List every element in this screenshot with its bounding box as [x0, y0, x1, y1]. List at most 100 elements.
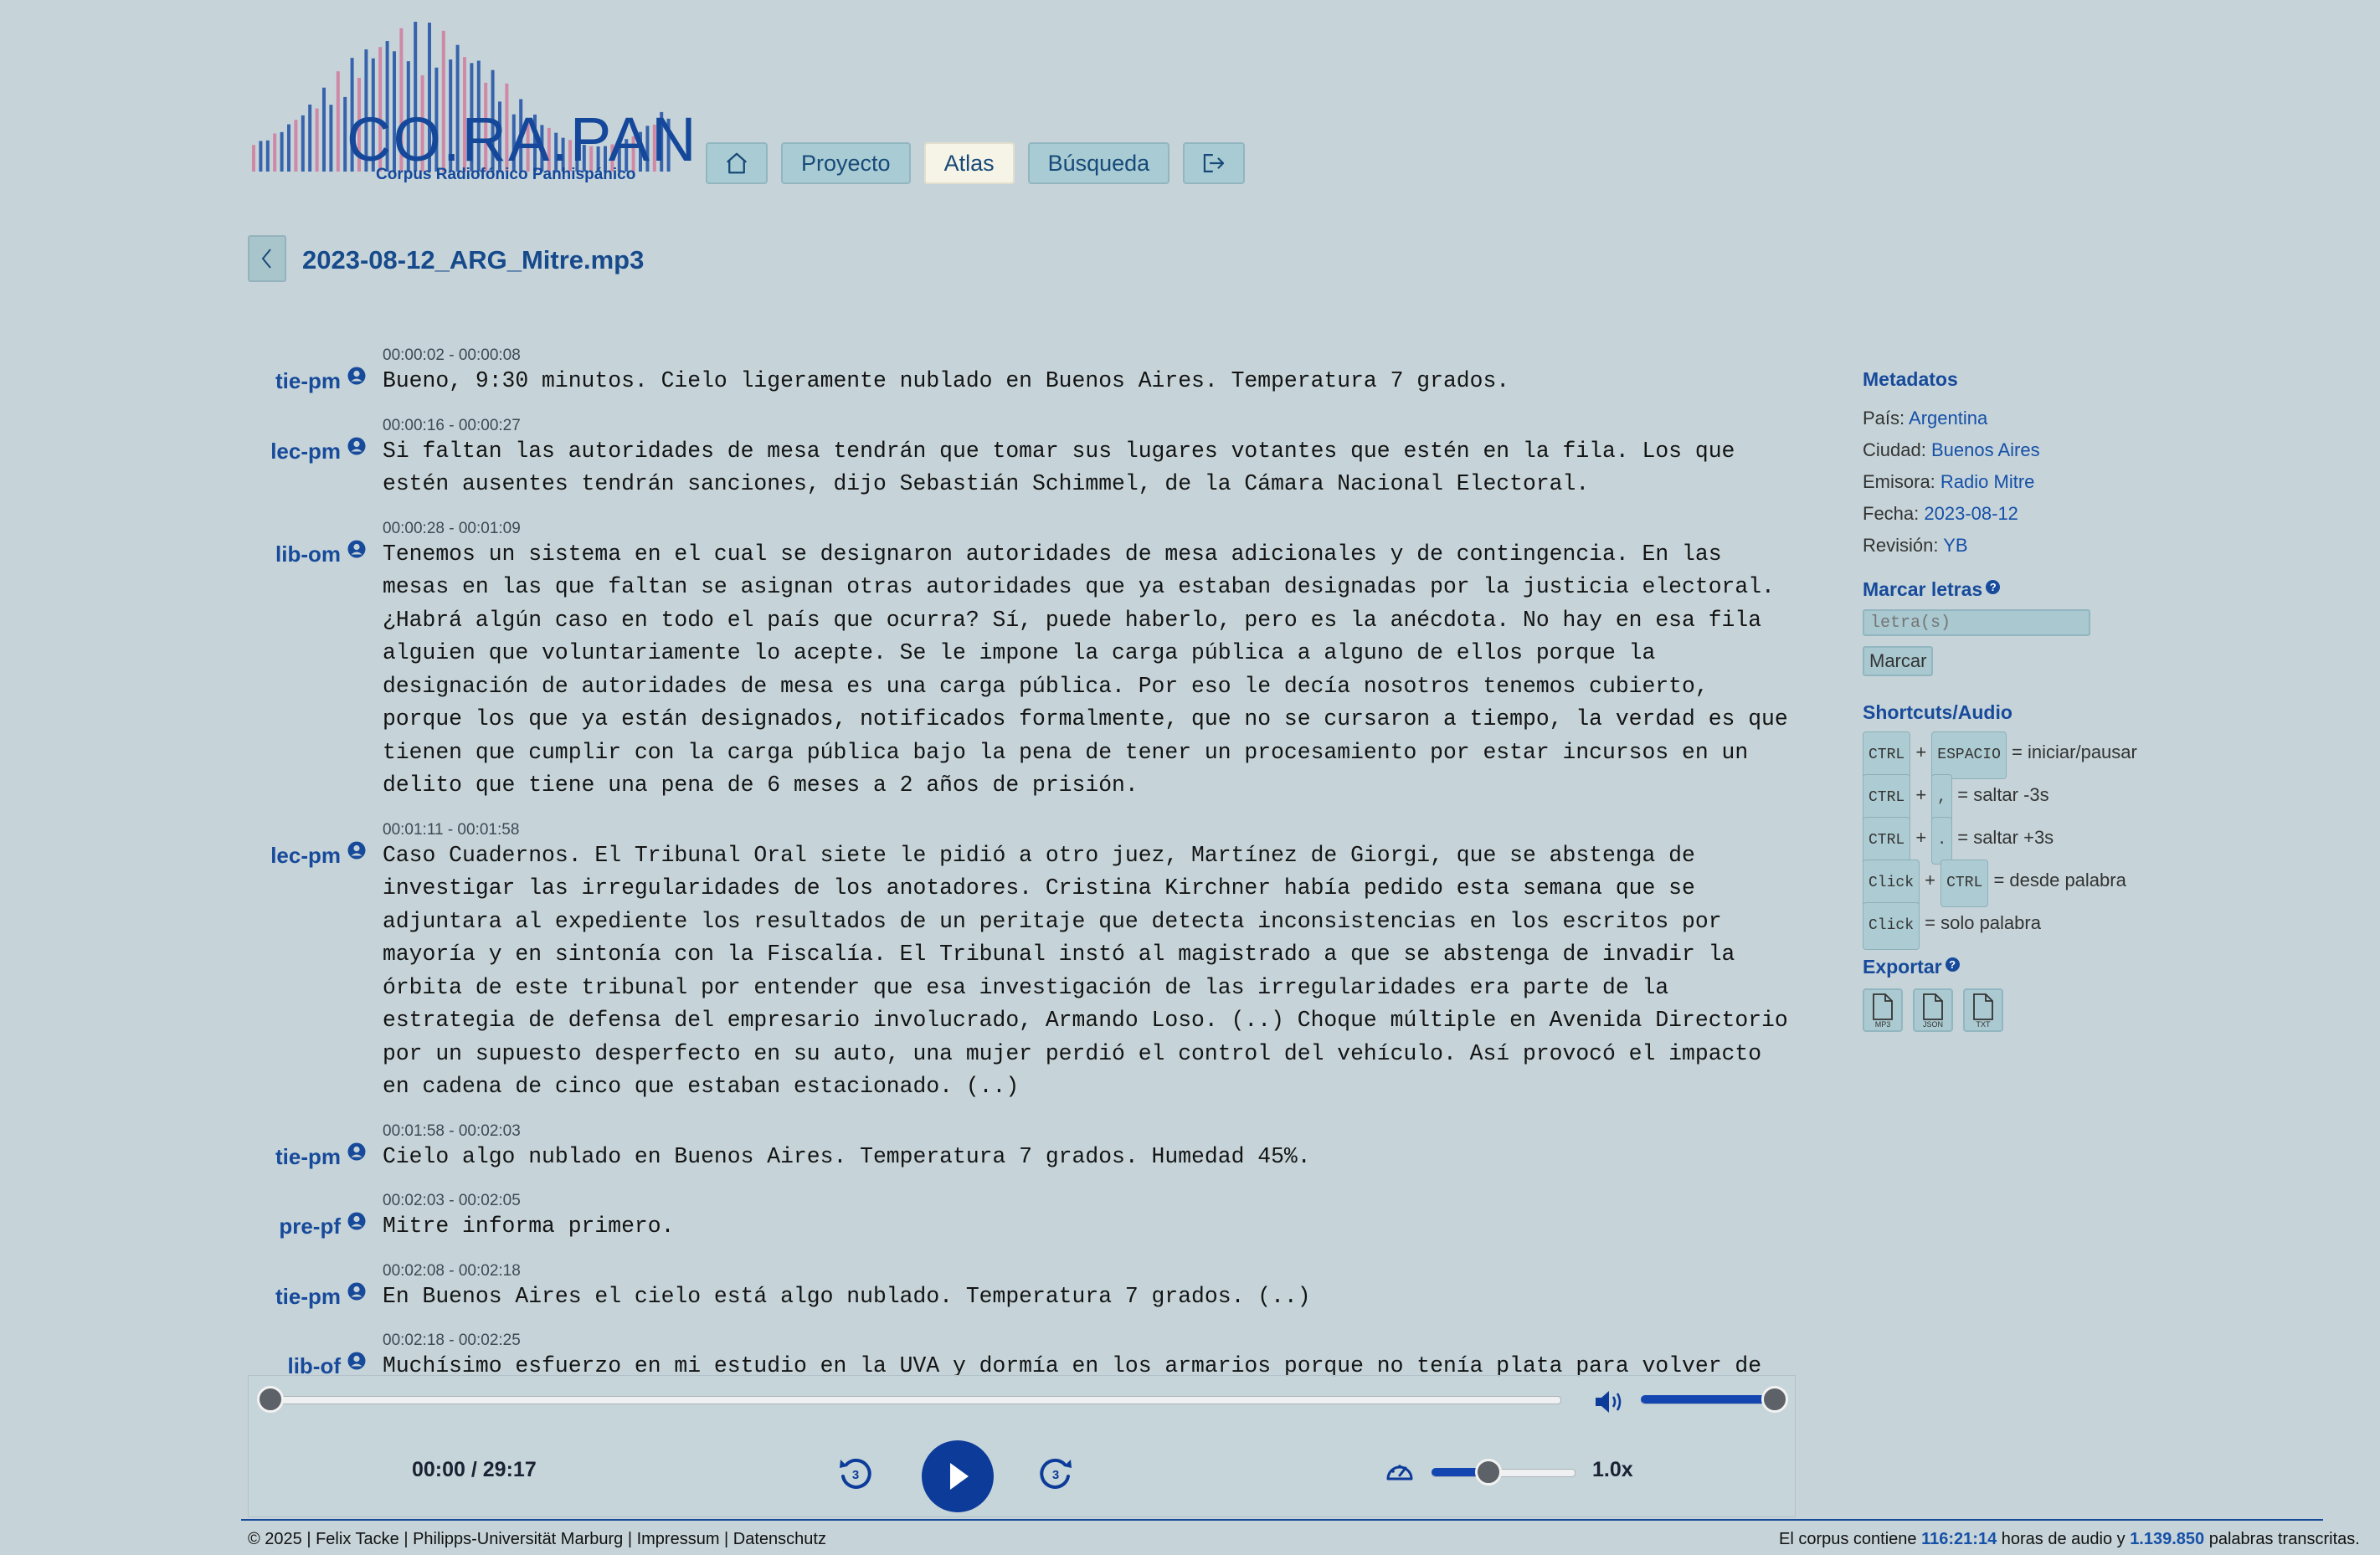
- nav-atlas[interactable]: Atlas: [923, 142, 1015, 184]
- shortcut-item: Click = solo palabra: [1863, 901, 2264, 950]
- rewind-button[interactable]: 3: [836, 1453, 875, 1491]
- sidebar: Metadatos País: Argentina Ciudad: Buenos …: [1863, 368, 2264, 1037]
- home-icon: [727, 152, 747, 174]
- segment-text[interactable]: Bueno, 9:30 minutos. Cielo ligeramente n…: [383, 365, 1789, 398]
- segment-row: tie-pm Bueno, 9:30 minutos. Cielo ligeram…: [243, 365, 1791, 398]
- user-circle-icon: [347, 1212, 366, 1230]
- help-icon[interactable]: ?: [1986, 580, 2001, 594]
- transcript-segment: 00:00:28 - 00:01:09 lib-om Tenemos un sist…: [243, 520, 1791, 803]
- stats-words: 1.139.850: [2130, 1530, 2205, 1548]
- segment-text[interactable]: Cielo algo nublado en Buenos Aires. Temp…: [383, 1141, 1789, 1174]
- home-button[interactable]: [706, 142, 768, 184]
- export-format-label: MP3: [1874, 1020, 1891, 1029]
- mark-letters-input[interactable]: [1863, 609, 2090, 636]
- logo-title: CO.RA.PAN: [347, 105, 698, 174]
- volume-icon[interactable]: [1593, 1388, 1627, 1416]
- svg-text:3: 3: [1052, 1468, 1059, 1482]
- shortcut-desc: = desde palabra: [1993, 870, 2126, 890]
- stats-hours: 116:21:14: [1921, 1530, 1997, 1548]
- metadata-label: Ciudad:: [1863, 439, 1931, 460]
- speaker-code: tie-pm: [275, 368, 341, 393]
- footer-credits: © 2025 | Felix Tacke | Philipps-Universi…: [248, 1530, 826, 1548]
- shortcuts-title: Shortcuts/Audio: [1863, 701, 2012, 723]
- segment-time[interactable]: 00:02:18 - 00:02:25: [383, 1332, 1791, 1350]
- shortcut-desc: = solo palabra: [1925, 912, 2041, 933]
- key-cap: CTRL: [1863, 774, 1911, 822]
- metadata-value[interactable]: Argentina: [1909, 408, 1987, 429]
- progress-handle[interactable]: [257, 1386, 284, 1413]
- user-circle-icon: [347, 1352, 366, 1370]
- rewind-3-icon: 3: [840, 1458, 871, 1489]
- progress-track[interactable]: [270, 1396, 1561, 1404]
- metadata-label: Revisión:: [1863, 535, 1944, 556]
- metadata-label: Fecha:: [1863, 503, 1925, 524]
- play-icon: [950, 1463, 969, 1490]
- metadata-value[interactable]: Buenos Aires: [1931, 439, 2040, 460]
- segment-row: lec-pm Caso Cuadernos. El Tribunal Oral s…: [243, 839, 1791, 1104]
- help-icon[interactable]: ?: [1945, 957, 1960, 972]
- export-mp3-button[interactable]: MP3: [1863, 988, 1903, 1032]
- file-title: 2023-08-12_ARG_Mitre.mp3: [302, 245, 645, 275]
- volume-handle[interactable]: [1761, 1386, 1788, 1413]
- metadata-item: Ciudad: Buenos Aires: [1863, 434, 2264, 466]
- segment-time[interactable]: 00:02:08 - 00:02:18: [383, 1262, 1791, 1280]
- nav-busqueda[interactable]: Búsqueda: [1027, 142, 1170, 184]
- back-button[interactable]: [248, 235, 286, 282]
- logout-button[interactable]: [1183, 142, 1246, 184]
- audio-player: 00:00 / 29:17 3 3 1.0x: [248, 1375, 1796, 1517]
- speaker-label[interactable]: lec-pm: [243, 435, 383, 501]
- export-label: Exportar: [1863, 956, 1942, 978]
- segment-text[interactable]: Tenemos un sistema en el cual se designa…: [383, 538, 1789, 803]
- nav-proyecto[interactable]: Proyecto: [781, 142, 911, 184]
- mark-letters-label: Marcar letras: [1863, 578, 1983, 600]
- file-icon: [1873, 993, 1893, 1020]
- speaker-label[interactable]: lec-pm: [243, 839, 383, 1104]
- forward-button[interactable]: 3: [1036, 1453, 1075, 1491]
- segment-text[interactable]: Caso Cuadernos. El Tribunal Oral siete l…: [383, 839, 1789, 1104]
- speaker-code: lib-om: [275, 541, 341, 567]
- shortcut-item: Click + CTRL = desde palabra: [1863, 859, 2264, 907]
- segment-time[interactable]: 00:01:11 - 00:01:58: [383, 821, 1791, 839]
- footer-divider: [241, 1519, 2323, 1521]
- user-circle-icon: [347, 367, 366, 385]
- speaker-label[interactable]: tie-pm: [243, 1280, 383, 1314]
- shortcut-item: CTRL + . = saltar +3s: [1863, 816, 2264, 865]
- metadata-value[interactable]: Radio Mitre: [1940, 471, 2034, 492]
- segment-row: lec-pm Si faltan las autoridades de mesa …: [243, 435, 1791, 501]
- transcript-segment: 00:02:08 - 00:02:18 tie-pm En Buenos Aires…: [243, 1262, 1791, 1314]
- user-circle-icon: [347, 540, 366, 557]
- speaker-code: tie-pm: [275, 1283, 341, 1309]
- speaker-label[interactable]: pre-pf: [243, 1210, 383, 1244]
- transcript-segment: 00:00:02 - 00:00:08 tie-pm Bueno, 9:30 min…: [243, 346, 1791, 398]
- speaker-label[interactable]: tie-pm: [243, 1141, 383, 1174]
- segment-text[interactable]: Si faltan las autoridades de mesa tendrá…: [383, 435, 1789, 501]
- speed-handle[interactable]: [1475, 1459, 1502, 1486]
- export-txt-button[interactable]: TXT: [1963, 988, 2003, 1032]
- segment-time[interactable]: 00:02:03 - 00:02:05: [383, 1192, 1791, 1210]
- speaker-label[interactable]: tie-pm: [243, 365, 383, 398]
- segment-text[interactable]: Mitre informa primero.: [383, 1210, 1789, 1244]
- segment-time[interactable]: 00:00:02 - 00:00:08: [383, 346, 1791, 365]
- segment-time[interactable]: 00:00:28 - 00:01:09: [383, 520, 1791, 538]
- segment-row: tie-pm En Buenos Aires el cielo está algo…: [243, 1280, 1791, 1314]
- segment-row: pre-pf Mitre informa primero.: [243, 1210, 1791, 1244]
- speaker-code: tie-pm: [275, 1143, 341, 1169]
- shortcut-desc: = saltar -3s: [1957, 784, 2049, 805]
- segment-text[interactable]: En Buenos Aires el cielo está algo nubla…: [383, 1280, 1789, 1314]
- export-json-button[interactable]: JSON: [1913, 988, 1953, 1032]
- shortcut-list: CTRL + ESPACIO = iniciar/pausar CTRL + , …: [1863, 731, 2264, 950]
- playback-rate: 1.0x: [1592, 1458, 1633, 1481]
- shortcut-item: CTRL + , = saltar -3s: [1863, 773, 2264, 822]
- speed-gauge-icon: [1386, 1465, 1413, 1481]
- main-nav: Proyecto Atlas Búsqueda: [706, 142, 1246, 184]
- play-button[interactable]: [922, 1440, 994, 1512]
- speaker-label[interactable]: lib-om: [243, 538, 383, 803]
- metadata-value[interactable]: 2023-08-12: [1924, 503, 2018, 524]
- metadata-value[interactable]: YB: [1943, 535, 1967, 556]
- transcript-segment: 00:00:16 - 00:00:27 lec-pm Si faltan las a…: [243, 417, 1791, 501]
- user-circle-icon: [347, 1142, 366, 1160]
- segment-time[interactable]: 00:00:16 - 00:00:27: [383, 417, 1791, 435]
- segment-time[interactable]: 00:01:58 - 00:02:03: [383, 1122, 1791, 1141]
- mark-button[interactable]: Marcar: [1863, 646, 1934, 676]
- stats-mid: horas de audio y: [1997, 1530, 2131, 1548]
